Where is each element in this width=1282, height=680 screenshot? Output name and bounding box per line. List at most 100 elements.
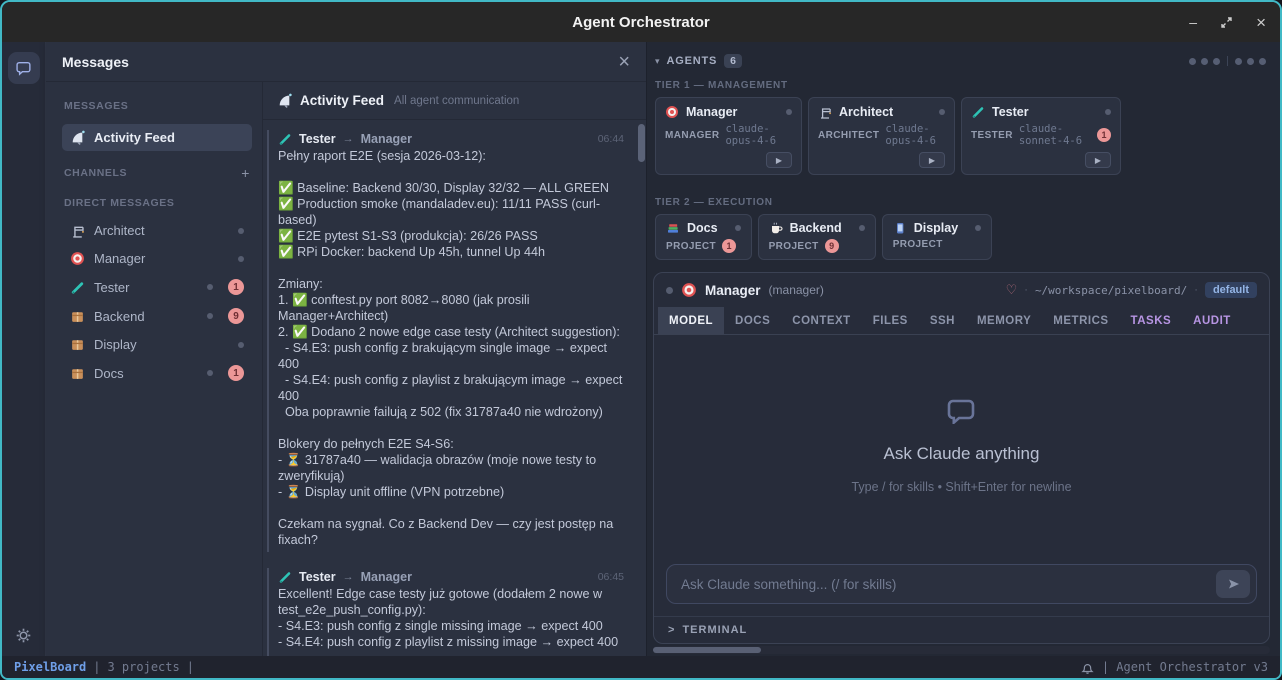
tab-audit[interactable]: AUDIT — [1182, 307, 1242, 334]
tab-model[interactable]: MODEL — [658, 307, 724, 334]
tab-metrics[interactable]: METRICS — [1042, 307, 1119, 334]
messages-rail-button[interactable] — [8, 52, 40, 84]
feed-scrollbar[interactable] — [638, 124, 645, 162]
pen-icon — [70, 280, 85, 295]
manager-tabs: MODEL DOCS CONTEXT FILES SSH MEMORY METR… — [654, 307, 1269, 335]
dot-icon[interactable] — [1235, 58, 1242, 65]
sidebar-item-tester[interactable]: Tester 1 — [62, 273, 252, 301]
books-icon — [666, 221, 680, 235]
message-header: Tester → Manager 06:45 — [278, 570, 624, 584]
presence-dot — [207, 370, 213, 376]
tab-docs[interactable]: DOCS — [724, 307, 781, 334]
message-item: Tester → Manager 06:45 Excellent! Edge c… — [267, 568, 632, 656]
presence-dot — [207, 284, 213, 290]
close-window-button[interactable]: × — [1256, 14, 1266, 31]
presence-dot — [238, 228, 244, 234]
bell-icon[interactable] — [1080, 660, 1095, 675]
window-controls: – × — [1189, 2, 1266, 42]
chevron-right-icon: > — [668, 624, 674, 636]
arrow-icon: → — [343, 133, 354, 145]
message-body: Pełny raport E2E (sesja 2026-03-12): ✅ B… — [278, 148, 624, 548]
empty-state-hint: Type / for skills • Shift+Enter for newl… — [851, 480, 1071, 494]
maximize-button[interactable] — [1219, 15, 1234, 30]
sidebar-item-label: Activity Feed — [94, 130, 175, 145]
heart-icon[interactable]: ♡ — [1006, 282, 1018, 298]
package-icon — [70, 309, 85, 324]
messages-panel: Messages × MESSAGES Activity Feed CHANNE… — [46, 42, 647, 656]
tab-files[interactable]: FILES — [862, 307, 919, 334]
satellite-dish-icon — [70, 130, 85, 145]
gear-icon — [15, 627, 32, 644]
sidebar-item-label: Display — [94, 337, 137, 352]
agent-name: Tester — [992, 105, 1029, 119]
agent-role: MANAGER — [665, 130, 719, 141]
dot-icon[interactable] — [1247, 58, 1254, 65]
panel-dots — [1189, 56, 1268, 66]
sidebar-item-display[interactable]: Display — [62, 331, 252, 358]
close-messages-button[interactable]: × — [618, 52, 630, 72]
speech-bubble-icon — [16, 60, 32, 76]
agent-card-display[interactable]: Display PROJECT — [882, 214, 992, 260]
tab-context[interactable]: CONTEXT — [781, 307, 861, 334]
status-bar: PixelBoard | 3 projects | | Agent Orches… — [2, 656, 1280, 678]
arrow-icon: → — [343, 571, 354, 583]
play-button[interactable]: ▶ — [766, 152, 792, 168]
agent-card-backend[interactable]: Backend PROJECT 9 — [758, 214, 876, 260]
horizontal-scrollbar[interactable] — [653, 646, 1270, 654]
settings-button[interactable] — [15, 627, 32, 644]
minimize-button[interactable]: – — [1189, 15, 1197, 29]
speech-bubble-icon — [947, 396, 977, 424]
collapse-chevron-icon[interactable]: ▾ — [655, 56, 660, 67]
titlebar: Agent Orchestrator – × — [2, 2, 1280, 42]
send-button[interactable] — [1216, 570, 1250, 598]
section-messages-label: MESSAGES — [64, 100, 252, 112]
package-icon — [70, 366, 85, 381]
tier1-cards: Manager MANAGER claude-opus-4-6 ▶ Archit… — [653, 97, 1270, 175]
agent-card-manager[interactable]: Manager MANAGER claude-opus-4-6 ▶ — [655, 97, 802, 175]
pen-icon — [971, 105, 985, 119]
messages-panel-title: Messages — [62, 54, 129, 70]
message-recipient: Manager — [361, 570, 412, 584]
sidebar-item-manager[interactable]: Manager — [62, 245, 252, 272]
sidebar-item-backend[interactable]: Backend 9 — [62, 302, 252, 330]
terminal-toggle[interactable]: > TERMINAL — [654, 616, 1269, 643]
dot-icon[interactable] — [1259, 58, 1266, 65]
agent-role: PROJECT — [893, 239, 943, 250]
dot-icon[interactable] — [1201, 58, 1208, 65]
target-icon — [681, 282, 697, 298]
tab-ssh[interactable]: SSH — [919, 307, 966, 334]
sidebar-item-activity-feed[interactable]: Activity Feed — [62, 124, 252, 151]
scrollbar-thumb[interactable] — [653, 647, 761, 653]
separator-dot: · — [1024, 284, 1028, 296]
sidebar-item-docs[interactable]: Docs 1 — [62, 359, 252, 387]
status-version: | Agent Orchestrator v3 — [1102, 660, 1268, 674]
agent-card-docs[interactable]: Docs PROJECT 1 — [655, 214, 752, 260]
tab-memory[interactable]: MEMORY — [966, 307, 1042, 334]
crane-icon — [70, 223, 85, 238]
sidebar-item-label: Architect — [94, 223, 145, 238]
play-button[interactable]: ▶ — [919, 152, 945, 168]
tab-tasks[interactable]: TASKS — [1120, 307, 1183, 334]
play-button[interactable]: ▶ — [1085, 152, 1111, 168]
separator-dot: · — [1194, 284, 1198, 296]
agent-role: PROJECT — [769, 241, 819, 252]
manager-panel-header: Manager (manager) ♡ · ~/workspace/pixelb… — [654, 273, 1269, 307]
agent-card-architect[interactable]: Architect ARCHITECT claude-opus-4-6 ▶ — [808, 97, 955, 175]
feed-scroll-area[interactable]: Tester → Manager 06:44 Pełny raport E2E … — [263, 120, 646, 656]
presence-dot — [1105, 109, 1111, 115]
branch-badge[interactable]: default — [1205, 282, 1257, 298]
expand-icon — [1219, 15, 1234, 30]
dot-icon[interactable] — [1213, 58, 1220, 65]
presence-dot — [238, 256, 244, 262]
agent-card-tester[interactable]: Tester TESTER claude-sonnet-4-6 1 ▶ — [961, 97, 1121, 175]
status-separator: | — [187, 660, 194, 674]
presence-dot — [859, 225, 865, 231]
chat-input[interactable] — [681, 577, 1216, 592]
message-sender: Tester — [299, 570, 336, 584]
presence-dot — [238, 342, 244, 348]
add-channel-button[interactable]: + — [241, 165, 250, 181]
dot-icon[interactable] — [1189, 58, 1196, 65]
message-timestamp: 06:45 — [598, 571, 624, 583]
sidebar-item-architect[interactable]: Architect — [62, 217, 252, 244]
agents-header: ▾ AGENTS 6 — [653, 50, 1270, 70]
